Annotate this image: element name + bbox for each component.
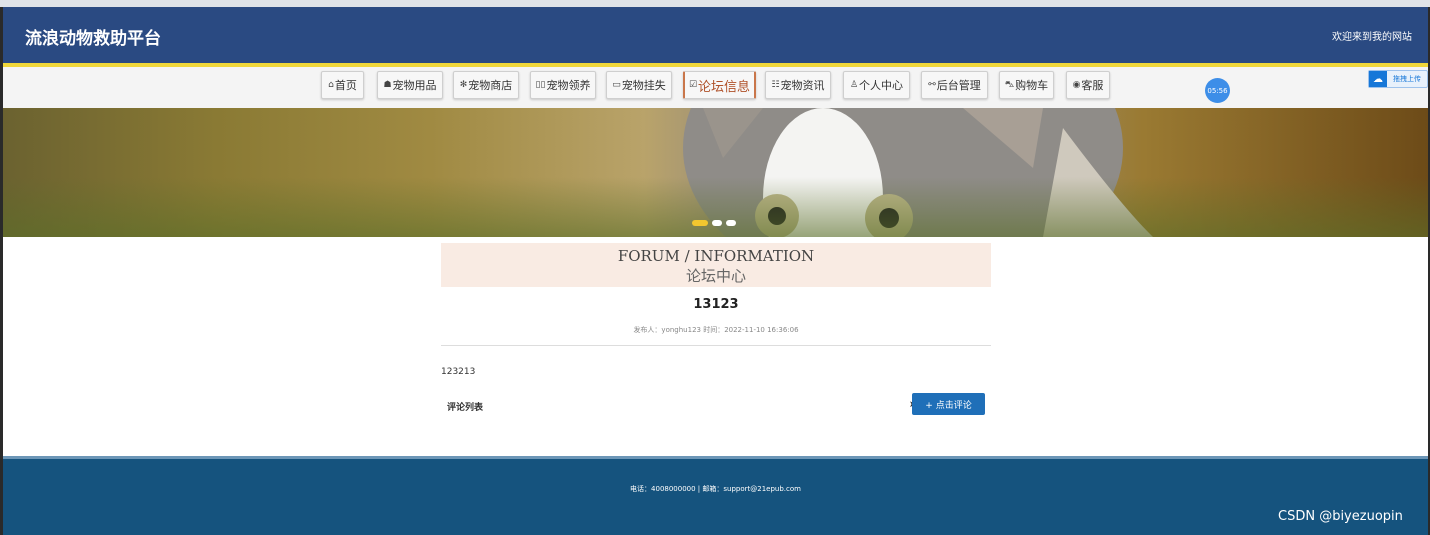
nav-item-cart[interactable]: ⛍ 购物车 bbox=[999, 71, 1054, 99]
cart-icon: ⛍ bbox=[1004, 79, 1015, 90]
comment-list-label: 评论列表 bbox=[447, 403, 484, 413]
card-icon: ▭ bbox=[612, 80, 621, 90]
carousel-dot[interactable] bbox=[726, 220, 736, 226]
nav-item-forum[interactable]: ☑ 论坛信息 bbox=[683, 71, 756, 99]
nav-item-personal-center[interactable]: ♙ 个人中心 bbox=[843, 71, 910, 99]
nav-item-pet-supplies[interactable]: ☗ 宠物用品 bbox=[377, 71, 443, 99]
post-content: 123213 bbox=[441, 367, 476, 377]
nav-item-customer-service[interactable]: ◉ 客服 bbox=[1066, 71, 1110, 99]
forum-title-en: FORUM / INFORMATION bbox=[617, 247, 815, 265]
nav-item-label: 首页 bbox=[334, 79, 357, 92]
forum-section-header: FORUM / INFORMATION 论坛中心 bbox=[441, 243, 991, 287]
service-icon: ◉ bbox=[1072, 80, 1081, 90]
carousel-dot[interactable] bbox=[692, 220, 708, 226]
upload-button[interactable]: ☁ 拖拽上传 bbox=[1368, 70, 1428, 88]
book-icon: ▯▯ bbox=[535, 80, 546, 90]
browser-top-strip bbox=[0, 0, 1430, 7]
nav-item-admin[interactable]: ⚯ 后台管理 bbox=[921, 71, 988, 99]
site-title[interactable]: 流浪动物救助平台 bbox=[25, 24, 161, 49]
upload-label: 拖拽上传 bbox=[1393, 75, 1421, 83]
post-divider bbox=[441, 345, 991, 346]
forum-title-cn: 论坛中心 bbox=[685, 267, 746, 285]
nav-item-label: 宠物挂失 bbox=[621, 79, 666, 92]
cloud-icon: ☁ bbox=[1369, 71, 1387, 87]
nav-item-label: 客服 bbox=[1081, 79, 1104, 92]
nav-item-label: 个人中心 bbox=[859, 79, 904, 92]
nav-item-label: 宠物领养 bbox=[546, 79, 591, 92]
link-icon: ⚯ bbox=[928, 80, 936, 90]
banner-grass bbox=[3, 177, 1428, 237]
carousel-dot[interactable] bbox=[712, 220, 722, 226]
nav-item-label: 宠物用品 bbox=[392, 79, 437, 92]
nav-item-pet-adoption[interactable]: ▯▯ 宠物领养 bbox=[530, 71, 596, 99]
hero-banner[interactable] bbox=[3, 108, 1428, 237]
page-frame: 流浪动物救助平台 欢迎来到我的网站 ⌂ 首页 ☗ 宠物用品 ✻ 宠物商店 ▯▯ 宠物领养… bbox=[3, 7, 1428, 535]
asterisk-icon: ✻ bbox=[459, 80, 468, 90]
nav-item-label: 宠物资讯 bbox=[780, 79, 825, 92]
nav-item-pet-shop[interactable]: ✻ 宠物商店 bbox=[453, 71, 519, 99]
nav-item-home[interactable]: ⌂ 首页 bbox=[321, 71, 364, 99]
site-header: 流浪动物救助平台 欢迎来到我的网站 bbox=[3, 7, 1428, 63]
footer-contact: 电话：4008000000 | 邮箱：support@21epub.com bbox=[630, 485, 801, 493]
hat-icon: ☗ bbox=[383, 80, 392, 90]
carousel-indicator[interactable] bbox=[692, 220, 736, 226]
main-nav: ⌂ 首页 ☗ 宠物用品 ✻ 宠物商店 ▯▯ 宠物领养 ▭ 宠物挂失 ☑ 论坛信息 ☷ 宠物资讯… bbox=[3, 67, 1428, 108]
nav-item-label: 购物车 bbox=[1015, 79, 1049, 92]
watermark: CSDN @biyezuopin bbox=[1278, 509, 1403, 524]
add-comment-button[interactable]: + 点击评论 bbox=[912, 393, 985, 415]
site-footer: 电话：4008000000 | 邮箱：support@21epub.com bbox=[3, 456, 1428, 535]
news-icon: ☷ bbox=[771, 80, 780, 90]
welcome-text: 欢迎来到我的网站 bbox=[1332, 32, 1412, 43]
post-title: 13123 bbox=[693, 297, 739, 312]
nav-item-label: 论坛信息 bbox=[698, 79, 751, 95]
post-meta: 发布人：yonghu123 时间：2022-11-10 16:36:06 bbox=[633, 326, 799, 334]
checkbox-icon: ☑ bbox=[688, 80, 698, 90]
footer-top-line bbox=[3, 456, 1428, 459]
nav-item-lost-pets[interactable]: ▭ 宠物挂失 bbox=[606, 71, 672, 99]
home-icon: ⌂ bbox=[328, 80, 334, 90]
nav-item-label: 宠物商店 bbox=[468, 79, 513, 92]
user-icon: ♙ bbox=[849, 80, 859, 90]
clock-badge[interactable]: 05:56 bbox=[1205, 78, 1230, 103]
nav-item-pet-news[interactable]: ☷ 宠物资讯 bbox=[765, 71, 831, 99]
nav-item-label: 后台管理 bbox=[936, 79, 981, 92]
